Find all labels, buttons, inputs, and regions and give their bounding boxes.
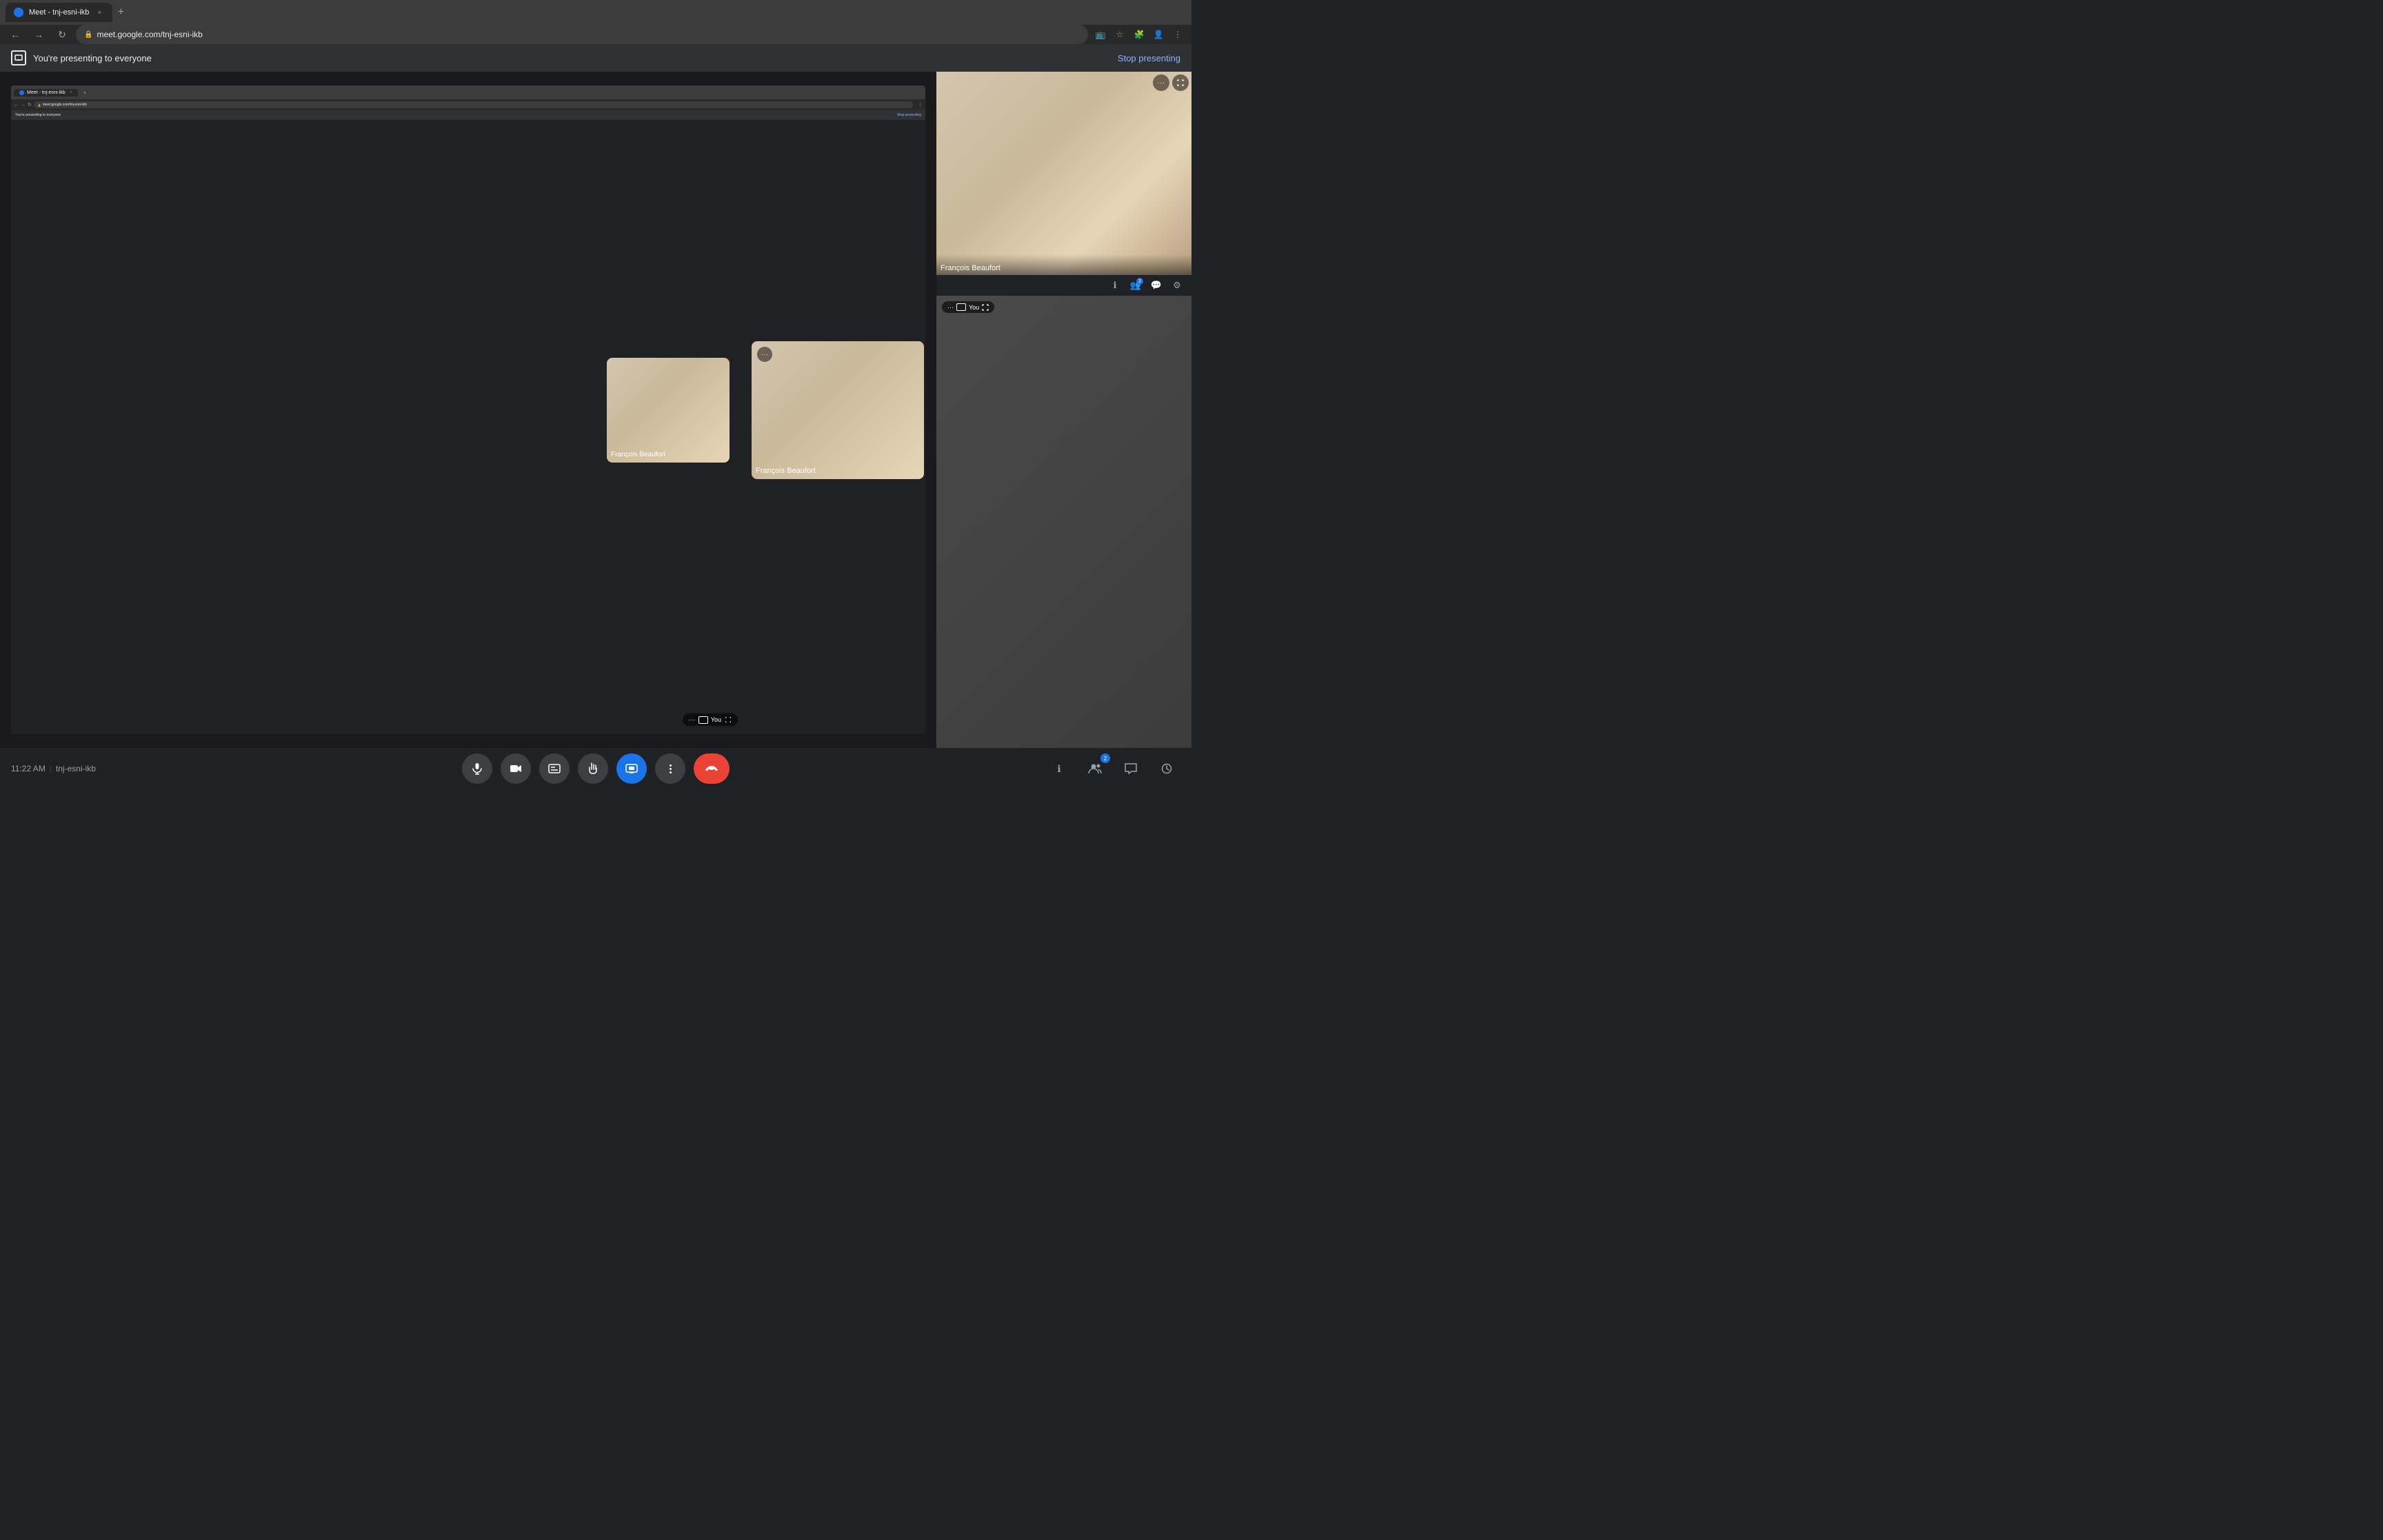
you-name-small: You <box>969 304 979 311</box>
you-expand-svg <box>982 304 989 311</box>
profile-icon[interactable]: 👤 <box>1150 26 1167 43</box>
stop-presenting-button[interactable]: Stop presenting <box>1118 53 1180 63</box>
more-dots: ··· <box>761 351 769 358</box>
toolbar-time-info: 11:22 AM | tnj-esni-ikb <box>11 764 96 773</box>
tile-expand-btn-francois[interactable] <box>1172 74 1189 91</box>
you-tile-expand-icon[interactable] <box>698 716 708 724</box>
present-screen-icon <box>11 50 26 65</box>
nested-favicon <box>19 90 24 95</box>
lock-icon: 🔒 <box>84 31 92 39</box>
sidebar-info-btn[interactable]: ℹ <box>1109 279 1121 292</box>
url-text: meet.google.com/tnj-esni-ikb <box>97 30 202 39</box>
francois-tile: ··· François Beaufort <box>936 72 1192 275</box>
francois-face <box>936 72 1192 275</box>
you-tile-more-dots: ··· <box>688 716 696 723</box>
toolbar-right-controls: ℹ 2 <box>1045 755 1180 782</box>
nested-address-bar: 🔒 meet.google.com/tnj-esni-ikb <box>34 101 913 108</box>
extensions-icon[interactable]: 🧩 <box>1131 26 1147 43</box>
you-tile-controls-bar: ··· You <box>683 713 738 726</box>
meeting-code: tnj-esni-ikb <box>56 764 96 773</box>
francois-name-label: François Beaufort <box>941 264 1001 272</box>
nested-back: ← <box>14 103 19 108</box>
you-tile-fullscreen-icon[interactable] <box>724 716 732 724</box>
meeting-time: 11:22 AM <box>11 764 46 773</box>
activities-button[interactable] <box>1153 755 1180 782</box>
nested-lock: 🔒 <box>38 103 41 107</box>
browser-chrome: Meet - tnj-esni-ikb × + <box>0 0 1192 25</box>
tab-favicon <box>14 8 23 17</box>
you-tile-overlay: ··· You <box>683 713 738 726</box>
nested-url: meet.google.com/tnj-esni-ikb <box>43 103 87 107</box>
screen-share-area: Meet - tnj-esni-ikb × + ← → ↻ 🔒 meet.goo… <box>0 72 936 748</box>
browser-actions: 📺 ☆ 🧩 👤 ⋮ <box>1092 26 1186 43</box>
bookmark-icon[interactable]: ☆ <box>1112 26 1128 43</box>
tab-title: Meet - tnj-esni-ikb <box>29 8 89 17</box>
main-content: Meet - tnj-esni-ikb × + ← → ↻ 🔒 meet.goo… <box>0 72 1192 748</box>
cast-icon[interactable]: 📺 <box>1092 26 1109 43</box>
presenting-message: You're presenting to everyone <box>33 53 152 63</box>
sidebar-activities-btn[interactable]: ⚙ <box>1171 279 1183 292</box>
tile-right-controls: ··· <box>1153 74 1189 91</box>
back-button[interactable]: ← <box>6 25 25 44</box>
floating-tile-medium-name: François Beaufort <box>611 451 665 458</box>
sidebar-chat-btn[interactable]: 💬 <box>1150 279 1163 292</box>
nested-stop-presenting: Stop presenting <box>897 113 921 117</box>
nested-tab-close: × <box>70 90 72 94</box>
you-more-dots: ··· <box>947 304 954 311</box>
time-separator: | <box>50 764 52 773</box>
browser-tabs: Meet - tnj-esni-ikb × + <box>6 3 1186 22</box>
more-options-button[interactable] <box>655 753 685 784</box>
chat-button[interactable] <box>1117 755 1145 782</box>
you-video-tile: ··· You <box>936 296 1192 748</box>
nested-reload: ↻ <box>28 102 32 108</box>
tile-top-controls-francois: ··· <box>939 74 1189 91</box>
bottom-toolbar: 11:22 AM | tnj-esni-ikb <box>0 748 1192 789</box>
address-bar[interactable]: 🔒 meet.google.com/tnj-esni-ikb <box>76 25 1088 44</box>
you-tile-top-controls: ··· You <box>942 301 994 313</box>
info-button[interactable]: ℹ <box>1045 755 1073 782</box>
you-video-feed <box>936 296 1192 748</box>
raise-hand-button[interactable] <box>578 753 608 784</box>
you-screen-icon <box>956 303 966 311</box>
nested-new-tab: + <box>83 90 87 96</box>
sidebar-info-bar: ℹ 👥 2 💬 ⚙ <box>936 275 1192 296</box>
nested-nav-bar: ← → ↻ 🔒 meet.google.com/tnj-esni-ikb ⋮ <box>11 99 925 110</box>
captions-button[interactable] <box>539 753 570 784</box>
you-tile-you-label: You <box>711 716 721 723</box>
camera-button[interactable] <box>501 753 531 784</box>
people-count-badge: 2 <box>1100 753 1110 763</box>
reload-button[interactable]: ↻ <box>52 25 72 44</box>
tile-bottom-francois: François Beaufort <box>936 254 1192 275</box>
nested-chrome-bar: Meet - tnj-esni-ikb × + <box>11 85 925 99</box>
tile-more-btn-francois[interactable]: ··· <box>1153 74 1169 91</box>
nested-tab: Meet - tnj-esni-ikb × <box>14 89 78 97</box>
floating-tile-medium: François Beaufort <box>607 358 730 463</box>
mic-button[interactable] <box>462 753 492 784</box>
floating-tile-large-name: François Beaufort <box>756 467 816 475</box>
nested-forward: → <box>21 103 26 108</box>
floating-tile-large: François Beaufort ··· <box>752 341 924 479</box>
tab-close-button[interactable]: × <box>94 8 104 17</box>
presenting-left: You're presenting to everyone <box>11 50 152 65</box>
you-tile-wrapper: ··· You <box>936 296 1192 748</box>
presenting-banner: You're presenting to everyone Stop prese… <box>0 44 1192 72</box>
browser-nav-bar: ← → ↻ 🔒 meet.google.com/tnj-esni-ikb 📺 ☆… <box>0 25 1192 44</box>
right-sidebar: ··· François Beaufort ℹ 👥 2 � <box>936 72 1192 748</box>
you-controls-bar: ··· You <box>942 301 994 313</box>
floating-tile-more[interactable]: ··· <box>757 347 772 362</box>
nested-more: ⋮ <box>918 102 923 108</box>
people-badge: 2 <box>1136 278 1143 285</box>
nested-presenting-banner: You're presenting to everyone Stop prese… <box>11 110 925 120</box>
browser-tab-meet[interactable]: Meet - tnj-esni-ikb × <box>6 3 112 22</box>
three-dots-icon <box>670 764 672 773</box>
end-call-button[interactable] <box>694 753 730 784</box>
present-button[interactable] <box>616 753 647 784</box>
menu-icon[interactable]: ⋮ <box>1169 26 1186 43</box>
nested-banner-text: You're presenting to everyone <box>15 113 61 117</box>
forward-button[interactable]: → <box>29 25 48 44</box>
sidebar-people-btn[interactable]: 👥 2 <box>1129 279 1142 292</box>
people-button-wrapper: 2 <box>1081 755 1109 782</box>
nested-tab-title: Meet - tnj-esni-ikb <box>27 90 66 95</box>
new-tab-button[interactable]: + <box>112 4 129 21</box>
